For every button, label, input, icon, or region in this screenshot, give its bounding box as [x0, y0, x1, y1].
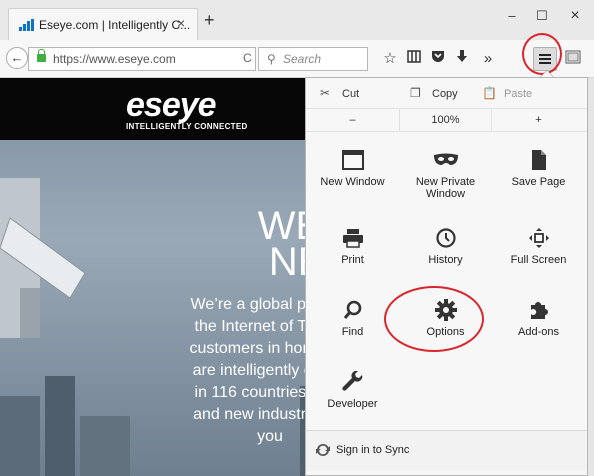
- new-tab-button[interactable]: +: [204, 11, 215, 29]
- puzzle-piece-icon: [530, 302, 548, 319]
- eseye-favicon-icon: [19, 19, 35, 31]
- cut-button[interactable]: ✂ Cut: [320, 78, 359, 108]
- search-placeholder: Search: [283, 52, 322, 66]
- nav-bar: ← https://www.eseye.com C ⚲ Search ☆ »: [0, 40, 594, 78]
- clock-icon: [435, 228, 456, 248]
- save-page-button[interactable]: Save Page: [492, 140, 585, 210]
- print-button[interactable]: Print: [306, 218, 399, 288]
- new-private-window-label: New Private Window: [415, 176, 476, 200]
- search-icon: ⚲: [267, 52, 276, 66]
- url-bar[interactable]: https://www.eseye.com C: [28, 47, 256, 71]
- copy-button[interactable]: ❐ Copy: [410, 78, 458, 108]
- pocket-icon[interactable]: [428, 49, 448, 69]
- close-window-button[interactable]: ×: [560, 6, 590, 26]
- new-private-window-button[interactable]: New Private Window: [399, 140, 492, 210]
- eseye-logo[interactable]: eseye: [126, 88, 217, 122]
- tab-title: Eseye.com | Intelligently C...: [39, 18, 191, 32]
- paste-button[interactable]: 📋 Paste: [482, 78, 532, 108]
- new-window-button[interactable]: New Window: [306, 140, 399, 210]
- full-screen-button[interactable]: Full Screen: [492, 218, 585, 288]
- edit-controls: ✂ Cut ❐ Copy 📋 Paste: [306, 78, 587, 109]
- mask-icon: [433, 153, 458, 165]
- paste-label: Paste: [504, 88, 533, 100]
- copy-label: Copy: [432, 88, 458, 100]
- highlight-circle-menu: [522, 33, 562, 75]
- history-button[interactable]: History: [399, 218, 492, 288]
- sign-in-to-sync-label: Sign in to Sync: [336, 444, 410, 456]
- sync-icon: [316, 443, 330, 457]
- tab-eseye[interactable]: Eseye.com | Intelligently C... ×: [8, 8, 198, 40]
- developer-label: Developer: [327, 398, 378, 410]
- search-input[interactable]: ⚲ Search: [258, 47, 368, 71]
- maximize-button[interactable]: ☐: [527, 6, 557, 26]
- library-icon[interactable]: [404, 49, 424, 69]
- printer-icon: [342, 229, 363, 248]
- full-screen-label: Full Screen: [510, 254, 567, 266]
- magnifier-icon: [343, 300, 361, 319]
- window-icon: [341, 150, 364, 170]
- add-ons-label: Add-ons: [518, 326, 559, 338]
- save-page-label: Save Page: [511, 176, 566, 188]
- print-label: Print: [341, 254, 364, 266]
- add-ons-button[interactable]: Add-ons: [492, 290, 585, 360]
- back-button[interactable]: ←: [6, 47, 28, 69]
- cut-label: Cut: [342, 88, 360, 100]
- extension-icon[interactable]: [563, 49, 583, 69]
- zoom-out-button[interactable]: –: [306, 109, 399, 131]
- history-label: History: [428, 254, 463, 266]
- zoom-in-button[interactable]: +: [492, 109, 585, 131]
- minimize-button[interactable]: –: [497, 6, 527, 26]
- security-camera-image: [0, 178, 86, 338]
- sign-in-to-sync-button[interactable]: Sign in to Sync: [306, 430, 587, 471]
- fullscreen-arrows-icon: [528, 228, 549, 248]
- find-label: Find: [341, 326, 364, 338]
- hamburger-menu-panel: ✂ Cut ❐ Copy 📋 Paste – 100% + New Window Ne…: [305, 77, 588, 476]
- save-page-icon: [531, 150, 546, 170]
- highlight-circle-options: [384, 286, 484, 352]
- paste-icon: 📋: [482, 86, 497, 100]
- download-icon[interactable]: [452, 49, 472, 69]
- logo-tagline: INTELLIGENTLY CONNECTED: [126, 122, 248, 131]
- zoom-controls: – 100% +: [306, 109, 587, 132]
- tab-strip: Eseye.com | Intelligently C... × + – ☐ ×: [0, 0, 594, 41]
- lock-icon: [37, 49, 46, 62]
- copy-icon: ❐: [410, 86, 421, 100]
- wrench-icon: [341, 371, 362, 391]
- reload-icon[interactable]: C: [243, 51, 252, 65]
- scissors-icon: ✂: [320, 86, 331, 100]
- star-icon[interactable]: ☆: [380, 49, 400, 69]
- tab-close-icon[interactable]: ×: [177, 15, 185, 31]
- new-window-label: New Window: [320, 176, 385, 188]
- overflow-chevron-icon[interactable]: »: [478, 49, 498, 69]
- zoom-reset-button[interactable]: 100%: [399, 109, 492, 131]
- url-text: https://www.eseye.com: [53, 52, 176, 66]
- developer-button[interactable]: Developer: [306, 362, 399, 432]
